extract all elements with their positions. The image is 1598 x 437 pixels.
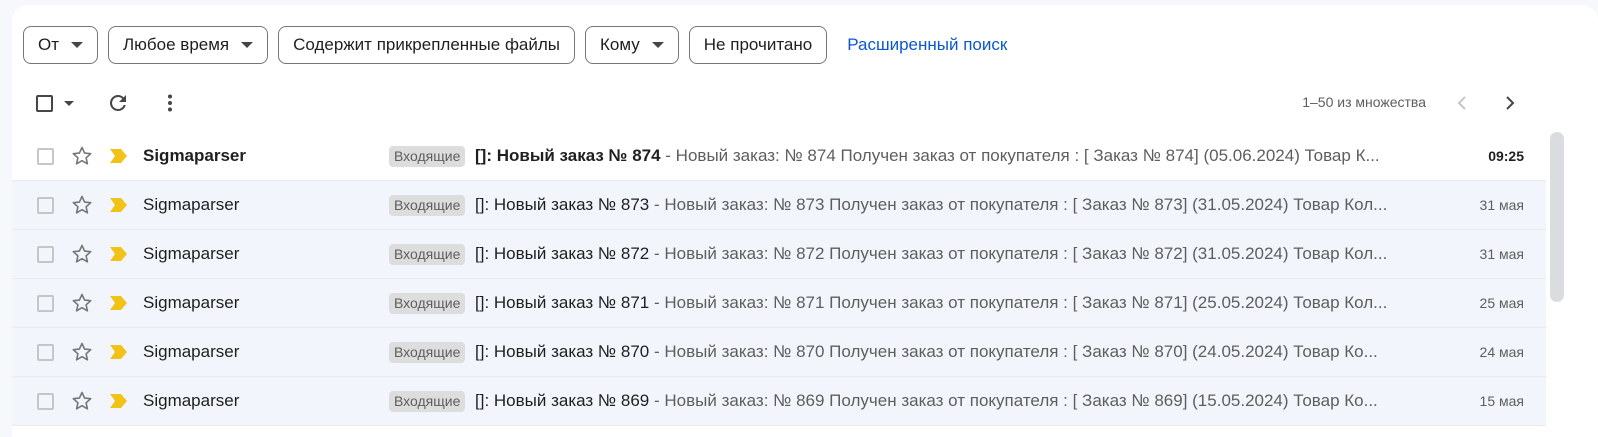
search-filter-bar: От Любое время Содержит прикрепленные фа… xyxy=(23,25,1007,65)
refresh-icon[interactable] xyxy=(106,91,130,115)
email-date: 09:25 xyxy=(1488,148,1524,164)
email-date: 31 мая xyxy=(1479,246,1524,262)
email-snippet: []: Новый заказ № 871 - Новый заказ: № 8… xyxy=(475,293,1415,313)
filter-to-chip[interactable]: Кому xyxy=(585,26,679,64)
email-date: 24 мая xyxy=(1479,344,1524,360)
email-subject: []: Новый заказ № 870 xyxy=(475,342,650,361)
email-sender: Sigmaparser xyxy=(143,342,240,361)
email-sender: Sigmaparser xyxy=(143,391,240,410)
pagination-count: 1–50 из множества xyxy=(1302,94,1426,110)
filter-time-label: Любое время xyxy=(123,35,230,54)
email-row[interactable]: Sigmaparser Входящие []: Новый заказ № 873… xyxy=(12,181,1546,230)
star-outline-icon[interactable] xyxy=(70,144,94,168)
filter-attachments-chip[interactable]: Содержит прикрепленные файлы xyxy=(278,26,576,64)
star-outline-icon[interactable] xyxy=(70,291,94,315)
star-outline-icon[interactable] xyxy=(70,340,94,364)
email-subject: []: Новый заказ № 874 xyxy=(475,146,661,165)
important-marker-icon[interactable] xyxy=(108,295,128,311)
email-preview: - Новый заказ: № 874 Получен заказ от по… xyxy=(660,146,1380,165)
select-all-checkbox[interactable] xyxy=(36,95,53,112)
row-checkbox[interactable] xyxy=(37,148,54,165)
email-sender: Sigmaparser xyxy=(143,146,246,165)
email-row[interactable]: Sigmaparser Входящие []: Новый заказ № 869… xyxy=(12,377,1546,426)
select-menu-caret-icon[interactable] xyxy=(64,101,74,106)
email-sender: Sigmaparser xyxy=(143,244,240,263)
email-sender: Sigmaparser xyxy=(143,293,240,312)
scrollbar[interactable] xyxy=(1550,132,1564,302)
chevron-left-icon[interactable] xyxy=(1450,91,1474,115)
important-marker-icon[interactable] xyxy=(108,197,128,213)
filter-attachments-label: Содержит прикрепленные файлы xyxy=(293,35,561,54)
email-preview: - Новый заказ: № 873 Получен заказ от по… xyxy=(649,195,1388,214)
list-toolbar: 1–50 из множества xyxy=(12,85,1598,121)
email-preview: - Новый заказ: № 869 Получен заказ от по… xyxy=(649,391,1378,410)
email-subject: []: Новый заказ № 871 xyxy=(475,293,650,312)
filter-unread-chip[interactable]: Не прочитано xyxy=(688,26,828,64)
important-marker-icon[interactable] xyxy=(108,344,128,360)
advanced-search-link[interactable]: Расширенный поиск xyxy=(847,35,1007,55)
inbox-label-badge[interactable]: Входящие xyxy=(389,244,466,265)
row-checkbox[interactable] xyxy=(37,197,54,214)
email-preview: - Новый заказ: № 871 Получен заказ от по… xyxy=(649,293,1388,312)
more-vert-icon[interactable] xyxy=(158,91,182,115)
inbox-label-badge[interactable]: Входящие xyxy=(389,342,466,363)
email-row[interactable]: Sigmaparser Входящие []: Новый заказ № 874… xyxy=(12,132,1546,181)
caret-down-icon xyxy=(71,42,84,48)
email-subject: []: Новый заказ № 869 xyxy=(475,391,650,410)
email-row[interactable]: Sigmaparser Входящие []: Новый заказ № 872… xyxy=(12,230,1546,279)
filter-from-label: От xyxy=(38,35,60,54)
email-row[interactable]: Sigmaparser Входящие []: Новый заказ № 871… xyxy=(12,279,1546,328)
star-outline-icon[interactable] xyxy=(70,193,94,217)
email-date: 31 мая xyxy=(1479,197,1524,213)
email-snippet: []: Новый заказ № 870 - Новый заказ: № 8… xyxy=(475,342,1415,362)
mail-panel: От Любое время Содержит прикрепленные фа… xyxy=(12,5,1598,437)
inbox-label-badge[interactable]: Входящие xyxy=(389,293,466,314)
chevron-right-icon[interactable] xyxy=(1498,91,1522,115)
email-subject: []: Новый заказ № 872 xyxy=(475,244,650,263)
email-snippet: []: Новый заказ № 874 - Новый заказ: № 8… xyxy=(475,146,1415,166)
email-date: 15 мая xyxy=(1479,393,1524,409)
email-snippet: []: Новый заказ № 869 - Новый заказ: № 8… xyxy=(475,391,1415,411)
filter-to-label: Кому xyxy=(600,35,640,54)
inbox-label-badge[interactable]: Входящие xyxy=(389,146,466,167)
star-outline-icon[interactable] xyxy=(70,389,94,413)
star-outline-icon[interactable] xyxy=(70,242,94,266)
caret-down-icon xyxy=(241,42,254,48)
row-checkbox[interactable] xyxy=(37,246,54,263)
email-preview: - Новый заказ: № 872 Получен заказ от по… xyxy=(649,244,1388,263)
email-snippet: []: Новый заказ № 873 - Новый заказ: № 8… xyxy=(475,195,1415,215)
row-checkbox[interactable] xyxy=(37,344,54,361)
email-sender: Sigmaparser xyxy=(143,195,240,214)
email-date: 25 мая xyxy=(1479,295,1524,311)
row-checkbox[interactable] xyxy=(37,393,54,410)
caret-down-icon xyxy=(651,42,664,48)
important-marker-icon[interactable] xyxy=(108,246,128,262)
email-subject: []: Новый заказ № 873 xyxy=(475,195,650,214)
email-list: Sigmaparser Входящие []: Новый заказ № 874… xyxy=(12,132,1546,426)
row-checkbox[interactable] xyxy=(37,295,54,312)
important-marker-icon[interactable] xyxy=(108,393,128,409)
inbox-label-badge[interactable]: Входящие xyxy=(389,391,466,412)
email-preview: - Новый заказ: № 870 Получен заказ от по… xyxy=(649,342,1378,361)
inbox-label-badge[interactable]: Входящие xyxy=(389,195,466,216)
filter-unread-label: Не прочитано xyxy=(703,35,813,54)
important-marker-icon[interactable] xyxy=(108,148,128,164)
filter-from-chip[interactable]: От xyxy=(23,26,99,64)
email-snippet: []: Новый заказ № 872 - Новый заказ: № 8… xyxy=(475,244,1415,264)
filter-time-chip[interactable]: Любое время xyxy=(108,26,269,64)
email-row[interactable]: Sigmaparser Входящие []: Новый заказ № 870… xyxy=(12,328,1546,377)
